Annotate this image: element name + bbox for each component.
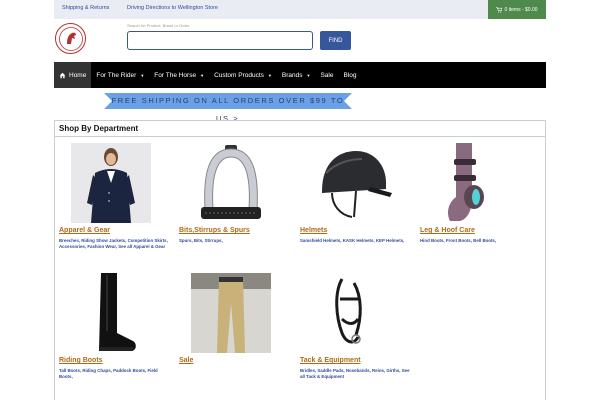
department-tile-helmets[interactable]: Helmets Samshield Helmets, KASK Helmets,… <box>298 143 416 263</box>
nav-item-blog[interactable]: Blog <box>338 62 361 88</box>
cart-button[interactable]: 0 items - $0.00 <box>488 0 546 19</box>
nav-item-custom-products[interactable]: Custom Products ▼ <box>209 62 277 88</box>
helmet-image <box>312 143 392 223</box>
bridle-image <box>312 273 392 353</box>
nav-label: Home <box>69 71 87 79</box>
caret-down-icon: ▼ <box>306 72 311 78</box>
caret-down-icon: ▼ <box>267 72 272 78</box>
department-links[interactable]: Samshield Helmets, KASK Helmets, KEP Hel… <box>300 238 412 244</box>
horse-boot-image <box>432 143 512 223</box>
department-title[interactable]: Tack & Equipment <box>300 357 361 364</box>
horse-head-logo <box>58 26 83 51</box>
banner-text: FREE SHIPPING ON ALL ORDERS OVER $99 TO <box>111 96 345 105</box>
department-heading: Shop By Department <box>55 121 545 137</box>
search-label: Search for Product, Brand or Order <box>127 23 190 28</box>
search-input[interactable] <box>127 31 313 50</box>
department-tile-bits-stirrups[interactable]: Bits,Stirrups & Spurs Spurs, Bits, Stirr… <box>177 143 295 263</box>
shopping-cart-icon <box>496 6 503 13</box>
nav-label: For The Horse <box>154 71 197 79</box>
nav-item-for-the-horse[interactable]: For The Horse ▼ <box>149 62 209 88</box>
breeches-image <box>191 273 271 353</box>
top-utility-bar: Shipping & Returns Driving Directions to… <box>54 0 546 19</box>
shipping-returns-link[interactable]: Shipping & Returns <box>62 5 109 11</box>
department-links[interactable]: Bridles, Saddle Pads, Nosebands, Reins, … <box>300 368 412 379</box>
tall-boot-image <box>71 273 151 353</box>
department-title[interactable]: Apparel & Gear <box>59 227 110 234</box>
nav-item-brands[interactable]: Brands ▼ <box>277 62 316 88</box>
department-links[interactable]: Breeches, Riding Show Jackets, Competiti… <box>59 238 171 249</box>
department-links[interactable]: Hind Boots, Front Boots, Bell Boots, <box>420 238 532 244</box>
caret-down-icon: ▼ <box>200 72 205 78</box>
nav-item-for-the-rider[interactable]: For The Rider ▼ <box>91 62 149 88</box>
nav-label: Sale <box>320 71 334 79</box>
department-title[interactable]: Riding Boots <box>59 357 103 364</box>
department-links[interactable]: Spurs, Bits, Stirrups, <box>179 238 291 244</box>
main-nav: Home For The Rider ▼ For The Horse ▼ Cus… <box>54 62 546 88</box>
department-title[interactable]: Helmets <box>300 227 327 234</box>
department-title[interactable]: Leg & Hoof Care <box>420 227 475 234</box>
caret-down-icon: ▼ <box>140 72 145 78</box>
department-tile-tack[interactable]: Tack & Equipment Bridles, Saddle Pads, N… <box>298 273 416 399</box>
nav-item-home[interactable]: Home <box>54 62 92 88</box>
shop-by-department-panel: Shop By Department Apparel & Gear Breech… <box>54 120 546 400</box>
nav-label: Brands <box>281 71 303 79</box>
department-title[interactable]: Bits,Stirrups & Spurs <box>179 227 250 234</box>
stirrup-image <box>191 143 271 223</box>
home-icon <box>59 72 66 78</box>
find-button[interactable]: FIND <box>320 31 351 50</box>
department-tile-sale[interactable]: Sale <box>177 273 295 399</box>
department-links[interactable]: Tall Boots, Riding Chaps, Paddock Boots,… <box>59 368 171 379</box>
nav-item-sale[interactable]: Sale <box>315 62 338 88</box>
department-tile-leg-hoof[interactable]: Leg & Hoof Care Hind Boots, Front Boots,… <box>418 143 536 263</box>
site-logo[interactable] <box>55 23 86 54</box>
department-tile-apparel[interactable]: Apparel & Gear Breeches, Riding Show Jac… <box>57 143 175 263</box>
nav-label: Blog <box>343 71 357 79</box>
nav-label: Custom Products <box>214 71 264 79</box>
nav-label: For The Rider <box>96 71 137 79</box>
riding-jacket-image <box>71 143 151 223</box>
driving-directions-link[interactable]: Driving Directions to Wellington Store <box>127 5 218 11</box>
cart-summary: 0 items - $0.00 <box>504 6 538 13</box>
department-title[interactable]: Sale <box>179 357 193 364</box>
department-tile-riding-boots[interactable]: Riding Boots Tall Boots, Riding Chaps, P… <box>57 273 175 399</box>
